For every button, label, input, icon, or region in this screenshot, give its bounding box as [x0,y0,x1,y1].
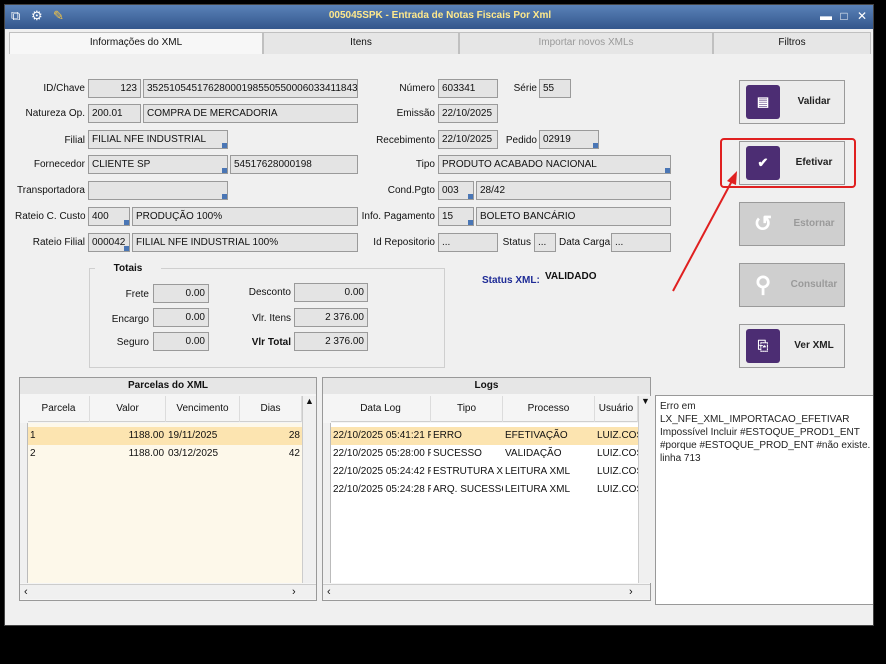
annotation-arrow [672,171,737,292]
arrow-line [672,178,734,292]
main-window: ⧉ ⚙ ✎ 005045SPK - Entrada de Notas Fisca… [4,4,874,626]
arrow-head [727,171,737,185]
